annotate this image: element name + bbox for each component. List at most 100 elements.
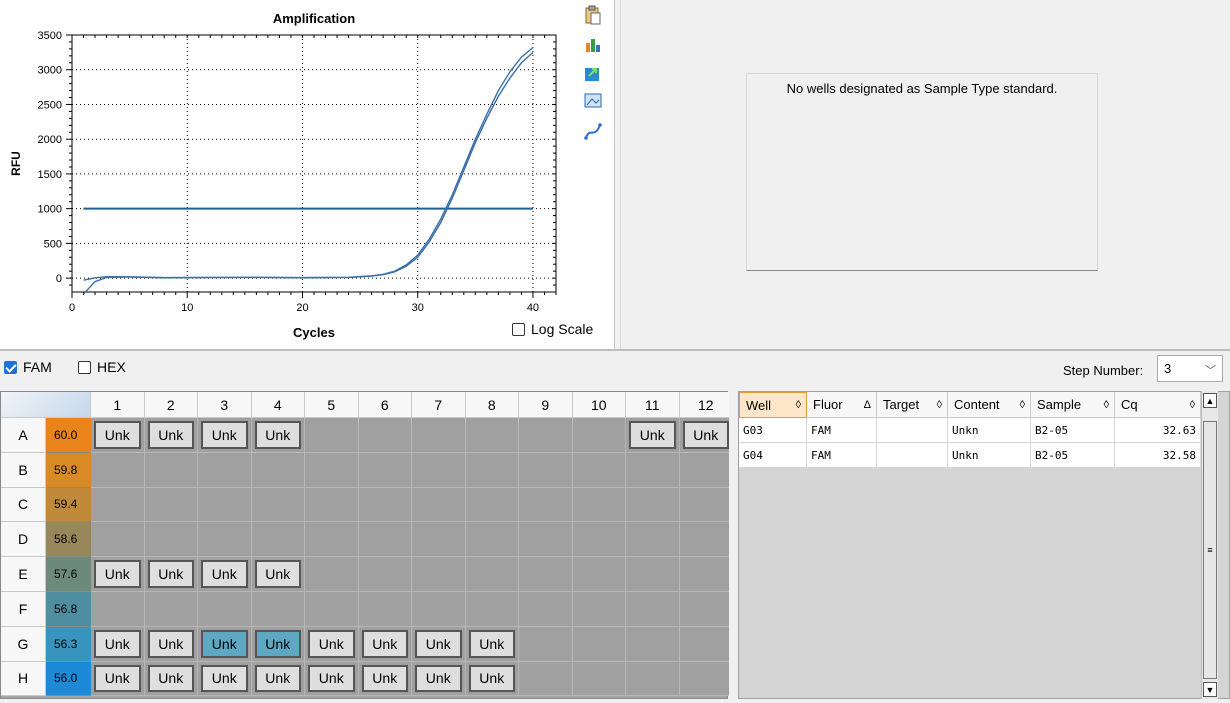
plate-well[interactable]: Unk: [251, 418, 305, 453]
results-cell[interactable]: 32.63: [1115, 418, 1201, 443]
plate-well[interactable]: [679, 661, 733, 697]
plate-well[interactable]: [465, 452, 519, 488]
well-sample-unknown[interactable]: Unk: [308, 629, 355, 658]
plate-well[interactable]: Unk: [305, 661, 359, 697]
results-cell[interactable]: FAM: [807, 443, 877, 468]
column-header[interactable]: 6: [358, 392, 412, 418]
well-sample-unknown[interactable]: Unk: [201, 629, 248, 658]
plate-well[interactable]: [519, 661, 573, 697]
well-sample-unknown[interactable]: Unk: [361, 664, 408, 693]
plate-well[interactable]: Unk: [412, 661, 466, 697]
results-cell[interactable]: [877, 443, 948, 468]
vertical-splitter[interactable]: [729, 391, 738, 699]
results-cell[interactable]: B2-05: [1031, 443, 1115, 468]
plate-well[interactable]: Unk: [198, 661, 252, 697]
row-header[interactable]: H: [1, 661, 46, 697]
column-header[interactable]: 12: [679, 392, 733, 418]
well-sample-unknown[interactable]: Unk: [201, 421, 248, 449]
plate-well[interactable]: [144, 452, 198, 488]
horizontal-splitter[interactable]: [0, 349, 1230, 351]
plate-well[interactable]: [91, 592, 145, 627]
plate-well[interactable]: [412, 452, 466, 488]
plate-well[interactable]: Unk: [198, 418, 252, 453]
scroll-thumb[interactable]: ≡: [1203, 421, 1217, 679]
well-sample-unknown[interactable]: Unk: [147, 664, 194, 693]
plate-well[interactable]: [305, 592, 359, 627]
well-sample-unknown[interactable]: Unk: [629, 421, 676, 449]
scroll-down-icon[interactable]: ▼: [1203, 682, 1217, 697]
column-header-cq[interactable]: Cq ◊: [1115, 392, 1201, 418]
plate-well[interactable]: [412, 592, 466, 627]
plate-well[interactable]: [305, 418, 359, 453]
sort-icon[interactable]: ◊: [937, 399, 942, 411]
plate-well[interactable]: Unk: [358, 661, 412, 697]
plate-well[interactable]: [572, 452, 626, 488]
results-scrollbar[interactable]: ▲ ≡ ▼: [1201, 391, 1218, 699]
plate-well[interactable]: [626, 661, 680, 697]
plate-well[interactable]: [572, 626, 626, 662]
well-sample-unknown[interactable]: Unk: [254, 629, 301, 658]
column-header[interactable]: 1: [91, 392, 145, 418]
plate-well[interactable]: Unk: [412, 626, 466, 662]
plate-well[interactable]: [465, 592, 519, 627]
column-header[interactable]: 2: [144, 392, 198, 418]
well-sample-unknown[interactable]: Unk: [147, 560, 194, 588]
sort-icon[interactable]: Δ: [864, 399, 871, 411]
plate-well[interactable]: [251, 452, 305, 488]
plate-well[interactable]: Unk: [626, 418, 680, 453]
plate-well[interactable]: [519, 452, 573, 488]
plate-well[interactable]: Unk: [198, 557, 252, 592]
plate-well[interactable]: Unk: [251, 661, 305, 697]
plate-well[interactable]: [572, 592, 626, 627]
well-sample-unknown[interactable]: Unk: [415, 629, 462, 658]
plate-well[interactable]: Unk: [91, 661, 145, 697]
plate-well[interactable]: [519, 626, 573, 662]
plate-well[interactable]: [679, 487, 733, 523]
results-cell[interactable]: B2-05: [1031, 418, 1115, 443]
plate-well[interactable]: [626, 557, 680, 592]
plate-well[interactable]: Unk: [91, 418, 145, 453]
plate-well[interactable]: [91, 522, 145, 558]
well-sample-unknown[interactable]: Unk: [308, 664, 355, 693]
row-header[interactable]: C: [1, 487, 46, 523]
hex-checkbox[interactable]: [78, 360, 91, 374]
plate-well[interactable]: [358, 418, 412, 453]
plate-well[interactable]: [198, 487, 252, 523]
plate-well[interactable]: [144, 592, 198, 627]
plate-well[interactable]: [679, 452, 733, 488]
plate-well[interactable]: [305, 452, 359, 488]
well-sample-unknown[interactable]: Unk: [682, 421, 729, 449]
export-icon[interactable]: [582, 62, 604, 84]
clipboard-icon[interactable]: [582, 4, 604, 26]
well-sample-unknown[interactable]: Unk: [94, 629, 141, 658]
results-cell[interactable]: [877, 418, 948, 443]
plate-well[interactable]: [465, 418, 519, 453]
plate-well[interactable]: [465, 487, 519, 523]
plate-well[interactable]: [465, 522, 519, 558]
column-header[interactable]: 3: [198, 392, 252, 418]
well-sample-unknown[interactable]: Unk: [94, 560, 141, 588]
plate-well[interactable]: [572, 522, 626, 558]
plate-well[interactable]: [626, 452, 680, 488]
plate-well[interactable]: [626, 592, 680, 627]
plate-well[interactable]: [358, 557, 412, 592]
plate-well[interactable]: [465, 557, 519, 592]
column-header-fluor[interactable]: Fluor Δ: [807, 392, 877, 418]
plate-well[interactable]: [358, 487, 412, 523]
plate-well[interactable]: [572, 418, 626, 453]
column-header[interactable]: 5: [305, 392, 359, 418]
well-sample-unknown[interactable]: Unk: [254, 664, 301, 693]
plate-well[interactable]: [679, 522, 733, 558]
column-header-well[interactable]: Well ◊: [739, 392, 807, 418]
plate-well[interactable]: [251, 522, 305, 558]
plate-well[interactable]: Unk: [91, 626, 145, 662]
plate-well[interactable]: [519, 487, 573, 523]
well-sample-unknown[interactable]: Unk: [94, 664, 141, 693]
column-header-content[interactable]: Content ◊: [948, 392, 1031, 418]
plate-well[interactable]: [358, 592, 412, 627]
plate-well[interactable]: [91, 452, 145, 488]
column-header-sample[interactable]: Sample ◊: [1031, 392, 1115, 418]
row-header[interactable]: G: [1, 626, 46, 662]
sort-icon[interactable]: ◊: [1190, 399, 1195, 411]
plate-well[interactable]: [412, 487, 466, 523]
